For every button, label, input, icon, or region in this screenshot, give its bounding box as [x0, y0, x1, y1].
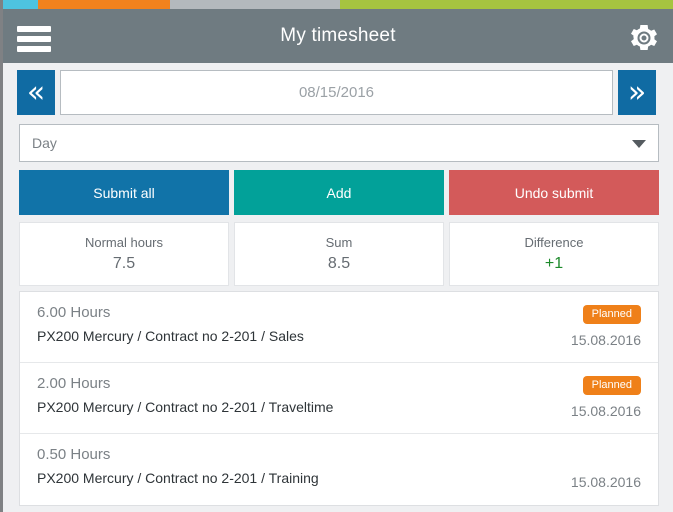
- timesheet-entry[interactable]: 2.00 Hours PX200 Mercury / Contract no 2-…: [20, 363, 658, 434]
- summary-value: 8.5: [327, 255, 351, 272]
- next-date-button[interactable]: »: [618, 70, 656, 115]
- entry-hours: 6.00 Hours: [37, 304, 111, 321]
- gear-icon[interactable]: [629, 23, 659, 53]
- chevron-down-icon: [632, 140, 646, 148]
- date-navigation: « 08/15/2016 »: [17, 70, 656, 115]
- summary-value: +1: [544, 255, 564, 272]
- summary-label: Difference: [524, 235, 584, 250]
- timesheet-entry-list: 6.00 Hours PX200 Mercury / Contract no 2-…: [19, 291, 659, 506]
- entry-description: PX200 Mercury / Contract no 2-201 / Trav…: [37, 399, 334, 415]
- date-input[interactable]: 08/15/2016: [60, 70, 613, 115]
- summary-value: 7.5: [112, 255, 136, 272]
- page-title: My timesheet: [280, 25, 396, 46]
- submit-all-button[interactable]: Submit all: [19, 170, 229, 215]
- color-strip-segment-gray: [170, 0, 340, 9]
- summary-label: Sum: [325, 235, 353, 250]
- status-badge: Planned: [582, 305, 641, 324]
- timesheet-entry[interactable]: 6.00 Hours PX200 Mercury / Contract no 2-…: [20, 292, 658, 363]
- app-header: My timesheet: [3, 9, 673, 63]
- entry-description: PX200 Mercury / Contract no 2-201 / Trai…: [37, 470, 319, 486]
- summary-row: Normal hours 7.5 Sum 8.5 Difference +1: [19, 222, 659, 286]
- period-select[interactable]: Day: [19, 124, 659, 162]
- page-left-border: [0, 0, 3, 512]
- period-select-value: Day: [32, 135, 57, 151]
- summary-card: Difference +1: [449, 222, 659, 286]
- summary-card: Sum 8.5: [234, 222, 444, 286]
- entry-date: 15.08.2016: [570, 332, 641, 348]
- entry-description: PX200 Mercury / Contract no 2-201 / Sale…: [37, 328, 304, 344]
- previous-date-button[interactable]: «: [17, 70, 55, 115]
- color-strip-segment-green: [340, 0, 673, 9]
- entry-date: 15.08.2016: [570, 474, 641, 490]
- undo-submit-button[interactable]: Undo submit: [449, 170, 659, 215]
- color-strip-segment-cyan: [3, 0, 38, 9]
- timesheet-entry[interactable]: 0.50 Hours PX200 Mercury / Contract no 2-…: [20, 434, 658, 505]
- status-badge: Planned: [582, 376, 641, 395]
- entry-hours: 2.00 Hours: [37, 375, 111, 392]
- summary-label: Normal hours: [84, 235, 164, 250]
- entry-date: 15.08.2016: [570, 403, 641, 419]
- summary-card: Normal hours 7.5: [19, 222, 229, 286]
- entry-hours: 0.50 Hours: [37, 446, 111, 463]
- add-button[interactable]: Add: [234, 170, 444, 215]
- action-button-row: Submit all Add Undo submit: [19, 170, 659, 215]
- color-strip-segment-orange: [38, 0, 170, 9]
- top-color-strip: [3, 0, 673, 9]
